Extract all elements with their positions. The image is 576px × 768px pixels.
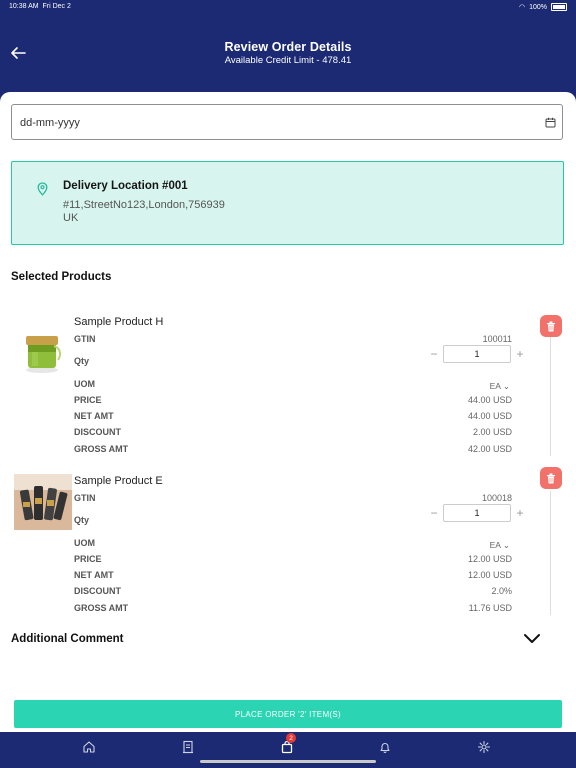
- gtin-label: GTIN: [74, 334, 96, 344]
- chevron-down-icon: ⌄: [502, 381, 510, 391]
- uom-label: UOM: [74, 538, 95, 548]
- status-date: Fri Dec 2: [42, 3, 71, 10]
- net-amount-label: NET AMT: [74, 570, 114, 580]
- calendar-icon[interactable]: [545, 117, 556, 128]
- bell-icon[interactable]: [378, 740, 392, 754]
- gtin-label: GTIN: [74, 493, 96, 503]
- date-input[interactable]: dd-mm-yyyy: [11, 104, 563, 140]
- increment-button[interactable]: +: [513, 504, 527, 522]
- price-label: PRICE: [74, 395, 102, 405]
- discount-label: DISCOUNT: [74, 586, 121, 596]
- decrement-button[interactable]: −: [427, 345, 441, 363]
- delivery-location-name: Delivery Location #001: [63, 180, 188, 192]
- gross-amount-value: 42.00 USD: [467, 444, 512, 454]
- place-order-button[interactable]: PLACE ORDER '2' ITEM(S): [14, 700, 562, 728]
- uom-value: EA: [489, 540, 501, 550]
- increment-button[interactable]: +: [513, 345, 527, 363]
- address-line-2: UK: [63, 212, 79, 224]
- product-image-jar: [26, 336, 62, 373]
- location-pin-icon: [37, 182, 48, 196]
- page-title: Review Order Details: [224, 40, 352, 54]
- product-item: Sample Product E GTIN 100018 Qty − 1 + U…: [0, 467, 576, 625]
- delivery-location-card[interactable]: Delivery Location #001 #11,StreetNo123,L…: [11, 161, 564, 245]
- net-amount-value: 44.00 USD: [467, 411, 512, 421]
- address-line-1: #11,StreetNo123,London,756939: [63, 199, 225, 211]
- credit-limit-text: Available Credit Limit - 478.41: [224, 55, 352, 66]
- net-amount-label: NET AMT: [74, 411, 114, 421]
- content-card: dd-mm-yyyy Delivery Location #001 #11,St…: [0, 92, 576, 732]
- receipt-icon[interactable]: [181, 740, 195, 754]
- cart-badge: 2: [286, 733, 296, 743]
- uom-select[interactable]: EA ⌄: [490, 381, 510, 392]
- status-time: 10:38 AM: [9, 3, 39, 10]
- gross-amount-value: 11.76 USD: [468, 603, 512, 613]
- uom-value: EA: [489, 381, 501, 391]
- additional-comment-title[interactable]: Additional Comment: [11, 633, 123, 645]
- home-indicator[interactable]: [200, 760, 376, 763]
- uom-select[interactable]: EA ⌄: [490, 540, 510, 551]
- price-label: PRICE: [74, 554, 102, 564]
- gross-amount-label: GROSS AMT: [74, 603, 129, 613]
- date-placeholder: dd-mm-yyyy: [20, 117, 80, 129]
- wifi-icon: ◠: [518, 4, 526, 11]
- trash-icon: [547, 473, 555, 483]
- product-item: Sample Product H GTIN 100011 Qty − 1 + U…: [0, 315, 576, 466]
- status-bar: 10:38 AM Fri Dec 2 ◠ 100%: [0, 0, 576, 14]
- net-amount-value: 12.00 USD: [467, 570, 512, 580]
- product-name: Sample Product E: [74, 475, 163, 487]
- quantity-stepper[interactable]: − 1 +: [427, 345, 527, 363]
- gear-icon[interactable]: [477, 740, 491, 754]
- qty-label: Qty: [74, 356, 90, 366]
- gtin-value: 100011: [482, 334, 512, 344]
- header: Review Order Details Available Credit Li…: [0, 40, 576, 66]
- home-icon[interactable]: [82, 740, 96, 754]
- chevron-down-icon[interactable]: [523, 633, 541, 645]
- chevron-down-icon: ⌄: [502, 540, 510, 550]
- selected-products-title: Selected Products: [11, 271, 112, 283]
- gtin-value: 100018: [481, 493, 512, 503]
- discount-value: 2.00 USD: [472, 427, 512, 437]
- uom-label: UOM: [74, 379, 95, 389]
- delete-button[interactable]: [540, 315, 562, 337]
- quantity-value[interactable]: 1: [443, 345, 511, 363]
- discount-value: 2.0%: [491, 586, 512, 596]
- product-name: Sample Product H: [74, 316, 164, 328]
- product-image-bottles: [14, 474, 72, 530]
- battery-icon: [551, 3, 567, 11]
- delete-button[interactable]: [540, 467, 562, 489]
- trash-icon: [547, 321, 555, 331]
- quantity-stepper[interactable]: − 1 +: [427, 504, 527, 522]
- price-value: 12.00 USD: [467, 554, 512, 564]
- gross-amount-label: GROSS AMT: [74, 444, 129, 454]
- delivery-address: #11,StreetNo123,London,756939 UK: [63, 199, 225, 225]
- qty-label: Qty: [74, 515, 90, 525]
- decrement-button[interactable]: −: [427, 504, 441, 522]
- discount-label: DISCOUNT: [74, 427, 121, 437]
- quantity-value[interactable]: 1: [443, 504, 511, 522]
- battery-percent: 100%: [529, 3, 547, 11]
- price-value: 44.00 USD: [467, 395, 512, 405]
